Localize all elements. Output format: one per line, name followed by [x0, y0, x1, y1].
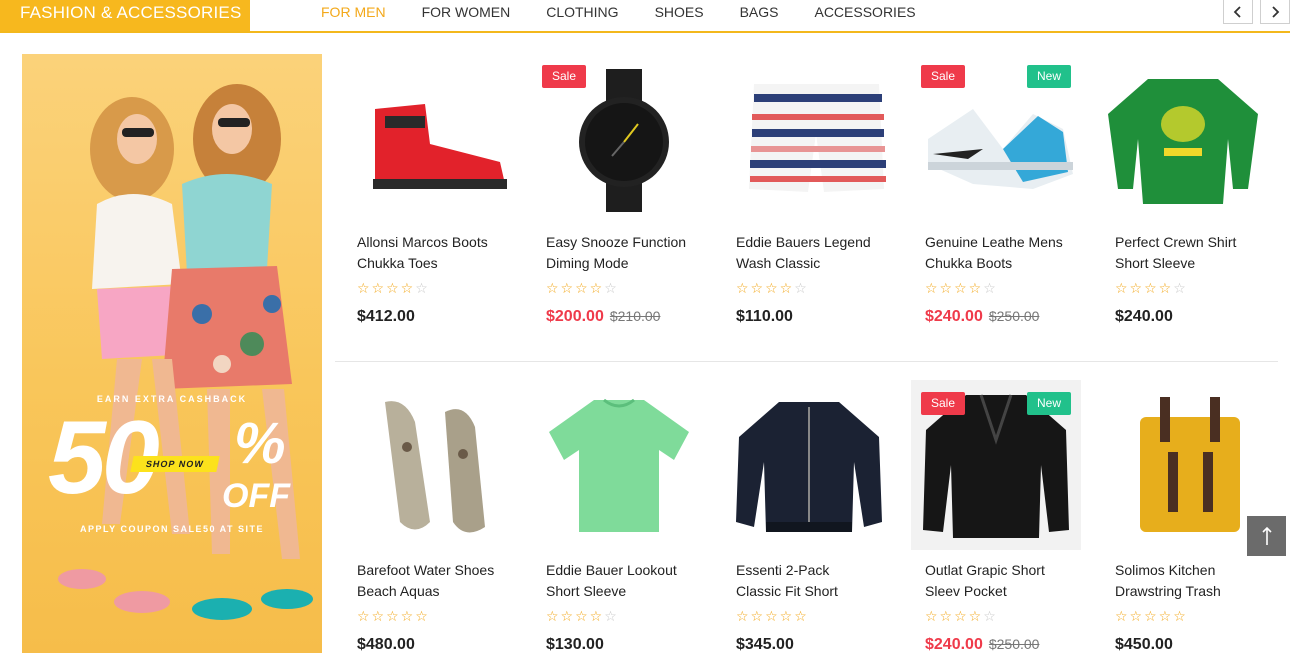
rating-stars: ☆☆☆☆☆	[357, 608, 430, 624]
product-name-line: Wash Classic	[736, 255, 821, 271]
rating-stars: ☆☆☆☆☆	[925, 280, 998, 296]
price-current: $240.00	[925, 636, 983, 653]
product-price: $412.00	[357, 308, 415, 326]
product-price: $480.00	[357, 636, 415, 654]
backpack-icon	[1140, 397, 1240, 532]
product-name[interactable]: Barefoot Water Shoes Beach Aquas	[357, 560, 517, 602]
product-name[interactable]: Eddie Bauers Legend Wash Classic	[736, 232, 896, 274]
price-old: $250.00	[988, 636, 1040, 652]
rating-stars: ☆☆☆☆☆	[925, 608, 998, 624]
rating-stars: ☆☆☆☆☆	[736, 608, 809, 624]
shop-now-button[interactable]: SHOP NOW	[130, 456, 220, 472]
red-sneaker-icon	[373, 104, 507, 189]
product-name-line: Classic Fit Short	[736, 583, 838, 599]
category-tabs: FOR MEN FOR WOMEN CLOTHING SHOES BAGS AC…	[303, 0, 934, 31]
price-old: $210.00	[609, 308, 661, 324]
price-current: $480.00	[357, 636, 415, 653]
tab-for-men[interactable]: FOR MEN	[303, 0, 404, 31]
product-name-line: Drawstring Trash	[1115, 583, 1221, 599]
tab-accessories[interactable]: ACCESSORIES	[796, 0, 933, 31]
tab-clothing[interactable]: CLOTHING	[528, 0, 636, 31]
banner-caption-bottom: APPLY COUPON SALE50 AT SITE	[79, 524, 265, 534]
product-price: $200.00 $210.00	[546, 308, 660, 326]
rating-stars: ☆☆☆☆☆	[546, 608, 619, 624]
price-current: $240.00	[925, 308, 983, 325]
category-header: FASHION & ACCESSORIES FOR MEN FOR WOMEN …	[0, 0, 1290, 34]
price-old: $250.00	[988, 308, 1040, 324]
rating-stars: ☆☆☆☆☆	[1115, 608, 1188, 624]
price-current: $110.00	[736, 308, 793, 325]
tab-bags[interactable]: BAGS	[722, 0, 797, 31]
product-name-line: Perfect Crewn Shirt	[1115, 234, 1237, 250]
price-current: $200.00	[546, 308, 604, 325]
product-name-line: Beach Aquas	[357, 583, 440, 599]
product-name-line: Barefoot Water Shoes	[357, 562, 495, 578]
price-current: $240.00	[1115, 308, 1173, 325]
banner-percent: %	[234, 411, 286, 476]
product-name-line: Allonsi Marcos Boots	[357, 234, 488, 250]
models-illustration	[58, 84, 313, 620]
product-name-line: Outlat Grapic Short	[925, 562, 1045, 578]
promo-banner[interactable]: EARN EXTRA CASHBACK 50 % OFF SHOP NOW AP…	[22, 54, 322, 653]
category-title: FASHION & ACCESSORIES	[0, 0, 250, 31]
sale-badge: Sale	[921, 392, 966, 415]
scroll-to-top-button[interactable]	[1247, 516, 1286, 556]
loafer-shoes-icon	[385, 401, 485, 533]
new-badge: New	[1027, 65, 1072, 88]
product-price: $240.00 $250.00	[925, 308, 1039, 326]
product-price: $240.00 $250.00	[925, 636, 1039, 654]
product-name[interactable]: Easy Snooze Function Diming Mode	[546, 232, 706, 274]
price-current: $412.00	[357, 308, 415, 325]
next-button[interactable]	[1260, 0, 1290, 24]
product-name-line: Sleev Pocket	[925, 583, 1007, 599]
striped-shorts-icon	[749, 84, 886, 192]
product-price: $345.00	[736, 636, 794, 654]
green-tshirt-icon	[549, 398, 689, 532]
carousel-nav	[1223, 0, 1290, 24]
tab-shoes[interactable]: SHOES	[637, 0, 722, 31]
rating-stars: ☆☆☆☆☆	[1115, 280, 1188, 296]
tab-for-women[interactable]: FOR WOMEN	[404, 0, 529, 31]
sale-badge: Sale	[542, 65, 587, 88]
rating-stars: ☆☆☆☆☆	[736, 280, 809, 296]
prev-button[interactable]	[1223, 0, 1253, 24]
sale-badge: Sale	[921, 65, 966, 88]
product-name-line: Short Sleeve	[1115, 255, 1196, 271]
arrow-up-icon	[1261, 526, 1272, 545]
product-name[interactable]: Essenti 2-Pack Classic Fit Short	[736, 560, 896, 602]
product-name-line: Diming Mode	[546, 255, 629, 271]
product-name-line: Chukka Boots	[925, 255, 1013, 271]
product-name-line: Essenti 2-Pack	[736, 562, 830, 578]
product-name-line: Eddie Bauer Lookout	[546, 562, 677, 578]
product-name-line: Eddie Bauers Legend	[736, 234, 871, 250]
product-name[interactable]: Genuine Leathe Mens Chukka Boots	[925, 232, 1085, 274]
product-price: $110.00	[736, 308, 793, 326]
banner-off: OFF	[222, 477, 290, 515]
product-name-line: Chukka Toes	[357, 255, 438, 271]
price-current: $450.00	[1115, 636, 1173, 653]
product-name-line: Genuine Leathe Mens	[925, 234, 1063, 250]
product-price: $450.00	[1115, 636, 1173, 654]
product-name[interactable]: Outlat Grapic Short Sleev Pocket	[925, 560, 1085, 602]
product-price: $130.00	[546, 636, 604, 654]
product-name[interactable]: Perfect Crewn Shirt Short Sleeve	[1115, 232, 1275, 274]
bomber-jacket-icon	[736, 402, 882, 532]
product-name[interactable]: Eddie Bauer Lookout Short Sleeve	[546, 560, 706, 602]
new-badge: New	[1027, 392, 1072, 415]
product-name-line: Short Sleeve	[546, 583, 627, 599]
chevron-left-icon	[1233, 5, 1241, 18]
rating-stars: ☆☆☆☆☆	[546, 280, 619, 296]
product-name[interactable]: Solimos Kitchen Drawstring Trash	[1115, 560, 1275, 602]
chevron-right-icon	[1272, 5, 1280, 18]
row-divider	[335, 361, 1278, 362]
price-current: $130.00	[546, 636, 604, 653]
product-name-line: Solimos Kitchen	[1115, 562, 1216, 578]
rating-stars: ☆☆☆☆☆	[357, 280, 430, 296]
product-name[interactable]: Allonsi Marcos Boots Chukka Toes	[357, 232, 517, 274]
header-underline	[0, 31, 1290, 33]
product-name-line: Easy Snooze Function	[546, 234, 687, 250]
product-price: $240.00	[1115, 308, 1173, 326]
price-current: $345.00	[736, 636, 794, 653]
sweatshirt-icon	[1108, 79, 1258, 204]
